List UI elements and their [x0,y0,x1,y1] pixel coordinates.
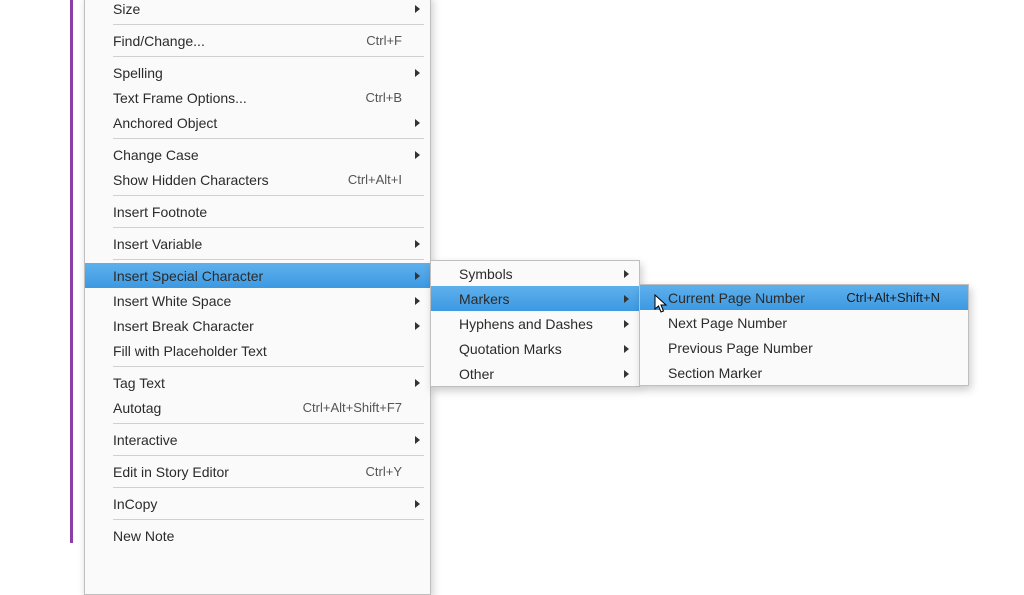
menu-label: Insert Footnote [113,204,420,220]
menu-label: Quotation Marks [459,341,629,357]
menu-label: Tag Text [113,375,420,391]
menu-item-markers[interactable]: Markers [431,286,639,311]
menu-label: InCopy [113,496,420,512]
menu-label: Section Marker [668,365,958,381]
menu-label: Show Hidden Characters [113,172,336,188]
menu-label: Insert Break Character [113,318,420,334]
menu-label: New Note [113,528,420,544]
menu-item-change-case[interactable]: Change Case [85,142,430,167]
menu-shortcut: Ctrl+F [366,33,402,48]
menu-item-symbols[interactable]: Symbols [431,261,639,286]
menu-shortcut: Ctrl+Y [366,464,402,479]
menu-shortcut: Ctrl+Alt+Shift+F7 [303,400,402,415]
menu-item-text-frame-options[interactable]: Text Frame Options... Ctrl+B [85,85,430,110]
menu-label: Fill with Placeholder Text [113,343,420,359]
menu-label: Markers [459,291,629,307]
menu-item-next-page-number[interactable]: Next Page Number [640,310,968,335]
menu-item-insert-break-character[interactable]: Insert Break Character [85,313,430,338]
menu-label: Hyphens and Dashes [459,316,629,332]
vertical-guide [70,0,73,543]
chevron-right-icon [415,119,420,127]
menu-item-current-page-number[interactable]: Current Page Number Ctrl+Alt+Shift+N [640,285,968,310]
menu-label: Other [459,366,629,382]
menu-separator [113,24,424,25]
menu-label: Symbols [459,266,629,282]
menu-label: Current Page Number [668,290,834,306]
menu-label: Interactive [113,432,420,448]
menu-label: Insert Variable [113,236,420,252]
menu-separator [113,455,424,456]
menu-label: Next Page Number [668,315,958,331]
menu-label: Autotag [113,400,291,416]
menu-separator [113,259,424,260]
menu-item-edit-story-editor[interactable]: Edit in Story Editor Ctrl+Y [85,459,430,484]
menu-item-previous-page-number[interactable]: Previous Page Number [640,335,968,360]
menu-item-insert-footnote[interactable]: Insert Footnote [85,199,430,224]
menu-item-anchored-object[interactable]: Anchored Object [85,110,430,135]
chevron-right-icon [415,500,420,508]
menu-item-other[interactable]: Other [431,361,639,386]
chevron-right-icon [415,297,420,305]
menu-separator [113,487,424,488]
chevron-right-icon [415,151,420,159]
chevron-right-icon [415,379,420,387]
menu-item-size[interactable]: Size [85,0,430,21]
menu-label: Anchored Object [113,115,420,131]
menu-separator [113,366,424,367]
menu-separator [113,56,424,57]
chevron-right-icon [624,370,629,378]
menu-item-insert-special-character[interactable]: Insert Special Character [85,263,430,288]
menu-item-insert-variable[interactable]: Insert Variable [85,231,430,256]
menu-separator [113,423,424,424]
menu-label: Insert White Space [113,293,420,309]
menu-separator [113,519,424,520]
menu-item-tag-text[interactable]: Tag Text [85,370,430,395]
chevron-right-icon [415,272,420,280]
menu-shortcut: Ctrl+Alt+I [348,172,402,187]
menu-separator [113,195,424,196]
menu-label: Change Case [113,147,420,163]
chevron-right-icon [624,270,629,278]
chevron-right-icon [415,436,420,444]
chevron-right-icon [415,5,420,13]
menu-separator [113,138,424,139]
menu-label: Find/Change... [113,33,354,49]
menu-item-show-hidden-characters[interactable]: Show Hidden Characters Ctrl+Alt+I [85,167,430,192]
chevron-right-icon [624,295,629,303]
markers-submenu: Current Page Number Ctrl+Alt+Shift+N Next… [639,284,969,386]
chevron-right-icon [624,320,629,328]
menu-label: Previous Page Number [668,340,958,356]
chevron-right-icon [415,322,420,330]
menu-label: Size [113,1,420,17]
chevron-right-icon [624,345,629,353]
menu-item-fill-placeholder[interactable]: Fill with Placeholder Text [85,338,430,363]
chevron-right-icon [415,240,420,248]
menu-item-find-change[interactable]: Find/Change... Ctrl+F [85,28,430,53]
menu-label: Insert Special Character [113,268,420,284]
menu-label: Edit in Story Editor [113,464,354,480]
menu-item-new-note[interactable]: New Note [85,523,430,548]
menu-label: Spelling [113,65,420,81]
type-menu: Size Find/Change... Ctrl+F Spelling Text … [84,0,431,595]
menu-item-spelling[interactable]: Spelling [85,60,430,85]
chevron-right-icon [415,69,420,77]
menu-item-incopy[interactable]: InCopy [85,491,430,516]
menu-item-hyphens-dashes[interactable]: Hyphens and Dashes [431,311,639,336]
menu-item-insert-white-space[interactable]: Insert White Space [85,288,430,313]
menu-label: Text Frame Options... [113,90,354,106]
menu-item-autotag[interactable]: Autotag Ctrl+Alt+Shift+F7 [85,395,430,420]
menu-item-quotation-marks[interactable]: Quotation Marks [431,336,639,361]
menu-item-section-marker[interactable]: Section Marker [640,360,968,385]
menu-shortcut: Ctrl+B [366,90,402,105]
menu-separator [113,227,424,228]
menu-shortcut: Ctrl+Alt+Shift+N [846,290,940,305]
insert-special-character-submenu: Symbols Markers Hyphens and Dashes Quota… [430,260,640,387]
menu-item-interactive[interactable]: Interactive [85,427,430,452]
